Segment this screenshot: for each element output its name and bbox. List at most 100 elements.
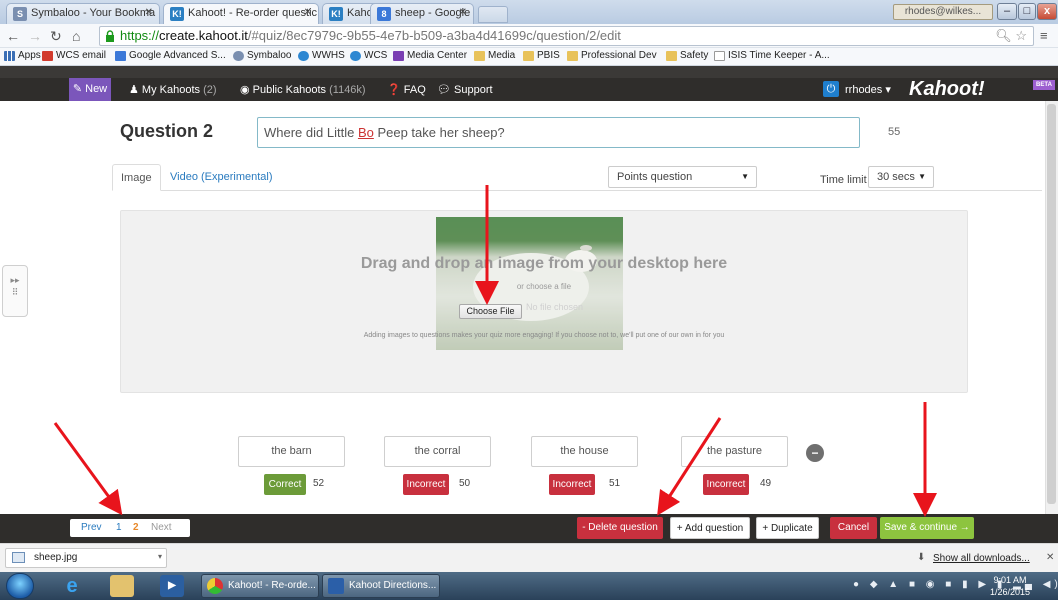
download-item[interactable]: sheep.jpg ▾ [5,548,167,568]
ie-icon [350,51,361,61]
answer-status-toggle-1[interactable]: Correct [264,474,306,495]
taskbar-task-word[interactable]: Kahoot Directions... [322,574,440,598]
power-icon[interactable]: ⏻ [823,81,839,97]
char-count: 55 [888,126,901,138]
chevron-down-icon: ▼ [918,172,926,181]
kahoot-favicon-icon: K! [329,7,343,21]
bookmark-professional-dev[interactable]: Professional Dev [567,50,657,61]
question-text-input[interactable]: Where did Little Bo Peep take her sheep? [257,117,860,148]
page-icon [714,51,725,61]
answer-char-count-1: 52 [313,478,325,489]
add-question-button[interactable]: + Add question [670,517,750,539]
bookmark-wcs[interactable]: WCS [350,50,387,61]
support-link[interactable]: 💬︎ Support [437,83,493,96]
answer-input-4[interactable]: the pasture [681,436,788,467]
browser-tab-symbaloo[interactable]: S Symbaloo - Your Bookma ✕ [6,3,160,24]
bookmark-google-advanced[interactable]: Google Advanced S... [115,50,226,61]
annotation-arrow-pager [53,422,123,516]
download-shelf: sheep.jpg ▾ ⬇ Show all downloads... ✕ [0,543,1058,572]
cancel-button[interactable]: Cancel [830,517,877,539]
maximize-window-button[interactable]: □ [1018,3,1036,20]
new-kahoot-button[interactable]: ✎ New K! [69,78,111,118]
file-explorer-icon[interactable] [110,575,134,597]
bookmark-media-center[interactable]: Media Center [393,50,467,61]
media-player-icon[interactable]: ▶ [160,575,184,597]
new-tab-button[interactable] [478,6,508,23]
answer-input-3[interactable]: the house [531,436,638,467]
pager-prev[interactable]: Prev [81,522,102,533]
url-scheme: https:// [120,28,160,43]
zoom-star-icons[interactable]: 🔍︎ ☆ [995,27,1027,45]
bookmark-isis[interactable]: ISIS Time Keeper - A... [714,50,830,61]
image-file-icon [12,552,25,563]
bookmark-apps[interactable]: Apps [4,50,41,61]
choose-file-button[interactable]: Choose File [459,304,522,319]
address-bar-row: ← → ↻ ⌂ https://create.kahoot.it/#quiz/8… [0,24,1058,48]
pager-page-2[interactable]: 2 [133,522,139,533]
time-limit-label: Time limit [820,174,867,186]
public-kahoots-link[interactable]: ◉ Public Kahoots (1146k) [240,83,366,96]
home-icon[interactable]: ⌂ [72,28,80,44]
folder-icon [474,51,485,61]
save-continue-button[interactable]: Save & continue → [880,517,974,539]
duplicate-button[interactable]: + Duplicate [756,517,819,539]
remove-answer-icon[interactable]: − [806,444,824,462]
side-panel-handle[interactable]: ▸▸ ⠿ [2,265,28,317]
pager-page-1[interactable]: 1 [116,522,122,533]
taskbar-task-chrome[interactable]: Kahoot! - Re-orde... [201,574,319,598]
url-host: create.kahoot.it [159,28,248,43]
bookmark-wcs-email[interactable]: WCS email [42,50,106,61]
reload-icon[interactable]: ↻ [50,28,62,45]
lock-icon [106,30,114,42]
clock[interactable]: 9:01 AM 1/26/2015 [990,574,1030,598]
forward-arrow-icon[interactable]: → [28,28,42,44]
faq-link[interactable]: ❓ FAQ [387,83,426,96]
minimize-window-button[interactable]: – [997,3,1017,20]
browser-tab-title: Symbaloo - Your Bookma [31,7,156,19]
start-button-icon[interactable] [6,573,34,599]
question-pager: Prev 1 2 Next [70,519,190,537]
answer-status-toggle-2[interactable]: Incorrect [403,474,449,495]
bookmark-safety[interactable]: Safety [666,50,708,61]
google-favicon-icon: 8 [377,7,391,21]
tab-video[interactable]: Video (Experimental) [162,164,281,191]
user-menu[interactable]: rrhodes ▾ [845,83,891,96]
answer-status-toggle-4[interactable]: Incorrect [703,474,749,495]
close-shelf-icon[interactable]: ✕ [1046,552,1054,563]
google-icon [115,51,126,61]
browser-tab-kahoot-reorder[interactable]: K! Kahoot! - Re-order questic ✕ [163,3,319,24]
chrome-user-badge[interactable]: rhodes@wilkes... [893,4,993,20]
tab-image[interactable]: Image [112,164,161,191]
back-arrow-icon[interactable]: ← [6,28,20,44]
delete-question-button[interactable]: - Delete question [577,517,663,539]
close-window-button[interactable]: x [1037,3,1057,20]
kahoot-navbar: ✎ New K! ♟ My Kahoots (2) ◉ Public Kahoo… [0,78,1058,118]
chevron-down-icon[interactable]: ▾ [158,548,162,566]
browser-tab-sheep[interactable]: 8 sheep - Google Search ✕ [370,3,474,24]
close-tab-icon[interactable]: ✕ [304,7,312,18]
apps-grid-icon [4,51,15,61]
close-tab-icon[interactable]: ✕ [459,7,467,18]
folder-icon [567,51,578,61]
menu-icon[interactable]: ≡ [1040,28,1048,43]
show-all-downloads-link[interactable]: Show all downloads... [933,553,1030,564]
bookmark-symbaloo[interactable]: Symbaloo [233,50,291,61]
scrollbar-thumb[interactable] [1047,104,1056,504]
time-limit-select[interactable]: 30 secs ▼ [868,166,934,188]
bookmark-wwhs[interactable]: WWHS [298,50,345,61]
answer-status-toggle-3[interactable]: Incorrect [549,474,595,495]
folder-icon [666,51,677,61]
question-type-select[interactable]: Points question ▼ [608,166,757,188]
bookmark-pbis[interactable]: PBIS [523,50,560,61]
ie-icon [298,51,309,61]
answer-input-1[interactable]: the barn [238,436,345,467]
internet-explorer-icon[interactable]: e [60,575,84,597]
browser-tab-strip: S Symbaloo - Your Bookma ✕ K! Kahoot! - … [0,0,1058,24]
url-input[interactable]: https://create.kahoot.it/#quiz/8ec7979c-… [99,26,1034,46]
close-tab-icon[interactable]: ✕ [145,7,153,18]
answer-char-count-3: 51 [609,478,621,489]
pager-next[interactable]: Next [151,522,172,533]
answer-input-2[interactable]: the corral [384,436,491,467]
bookmark-media[interactable]: Media [474,50,515,61]
my-kahoots-link[interactable]: ♟ My Kahoots (2) [129,83,217,96]
